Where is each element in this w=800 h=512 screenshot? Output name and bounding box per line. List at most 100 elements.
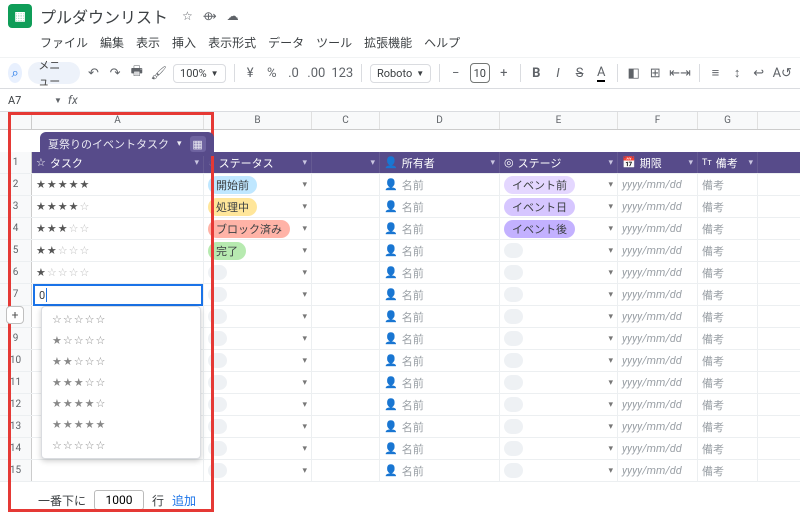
blank-cell[interactable]	[312, 284, 380, 305]
stage-cell[interactable]: イベント前▾	[500, 174, 618, 195]
row-number[interactable]: 12	[0, 394, 32, 415]
borders-icon[interactable]: ⊞	[647, 62, 663, 84]
owner-cell[interactable]: 👤名前	[380, 438, 500, 459]
stage-cell[interactable]: イベント後▾	[500, 218, 618, 239]
owner-cell[interactable]: 👤名前	[380, 328, 500, 349]
stage-cell[interactable]: ▾	[500, 262, 618, 283]
task-cell[interactable]: ★★★★☆	[32, 196, 204, 217]
blank-cell[interactable]	[312, 174, 380, 195]
note-cell[interactable]: 備考	[698, 328, 758, 349]
due-cell[interactable]: yyyy/mm/dd	[618, 284, 698, 305]
bold-icon[interactable]: B	[528, 62, 544, 84]
row-number[interactable]: 6	[0, 262, 32, 283]
owner-cell[interactable]: 👤名前	[380, 306, 500, 327]
menu-item[interactable]: データ	[268, 34, 304, 51]
stage-cell[interactable]: ▾	[500, 460, 618, 481]
row-number[interactable]: 14	[0, 438, 32, 459]
menu-item[interactable]: 表示形式	[208, 34, 256, 51]
note-cell[interactable]: 備考	[698, 460, 758, 481]
note-cell[interactable]: 備考	[698, 306, 758, 327]
owner-cell[interactable]: 👤名前	[380, 372, 500, 393]
table-grid-icon[interactable]: ▦	[190, 136, 206, 152]
col-owner[interactable]: 👤 所有者▾	[380, 152, 500, 173]
row-number[interactable]: 10	[0, 350, 32, 371]
table-chip[interactable]: 夏祭りのイベントタスク ▾ ▦	[40, 132, 214, 156]
note-cell[interactable]: 備考	[698, 262, 758, 283]
star-icon[interactable]: ☆	[182, 9, 193, 23]
owner-cell[interactable]: 👤名前	[380, 350, 500, 371]
status-cell[interactable]: ▾	[204, 460, 312, 481]
owner-cell[interactable]: 👤名前	[380, 460, 500, 481]
menu-item[interactable]: 挿入	[172, 34, 196, 51]
blank-cell[interactable]	[312, 328, 380, 349]
col-header[interactable]: G	[698, 112, 758, 129]
status-cell[interactable]: ▾	[204, 350, 312, 371]
italic-icon[interactable]: I	[550, 62, 566, 84]
col-header[interactable]: C	[312, 112, 380, 129]
col-stage[interactable]: ◎ ステージ▾	[500, 152, 618, 173]
merge-icon[interactable]: ⇤⇥	[669, 62, 691, 84]
row-number[interactable]: 9	[0, 328, 32, 349]
print-icon[interactable]: 🖶	[129, 62, 145, 84]
font-select[interactable]: Roboto▼	[370, 64, 431, 83]
move-icon[interactable]: ⟴	[203, 9, 217, 23]
note-cell[interactable]: 備考	[698, 240, 758, 261]
task-cell[interactable]: ★★☆☆☆	[32, 240, 204, 261]
blank-cell[interactable]	[312, 240, 380, 261]
redo-icon[interactable]: ↷	[107, 62, 123, 84]
dropdown-option[interactable]: ★★☆☆☆	[42, 351, 200, 372]
font-inc-icon[interactable]: +	[496, 62, 512, 84]
dropdown-option[interactable]: ★★★★☆	[42, 393, 200, 414]
owner-cell[interactable]: 👤名前	[380, 240, 500, 261]
col-header[interactable]: E	[500, 112, 618, 129]
font-dec-icon[interactable]: −	[448, 62, 464, 84]
status-cell[interactable]: ▾	[204, 262, 312, 283]
due-cell[interactable]: yyyy/mm/dd	[618, 372, 698, 393]
stage-cell[interactable]: ▾	[500, 372, 618, 393]
due-cell[interactable]: yyyy/mm/dd	[618, 460, 698, 481]
owner-cell[interactable]: 👤名前	[380, 218, 500, 239]
valign-icon[interactable]: ↕	[729, 62, 745, 84]
col-due[interactable]: 📅 期限▾	[618, 152, 698, 173]
blank-cell[interactable]	[312, 350, 380, 371]
col-blank[interactable]: ▾	[312, 152, 380, 173]
status-cell[interactable]: ▾	[204, 372, 312, 393]
owner-cell[interactable]: 👤名前	[380, 196, 500, 217]
due-cell[interactable]: yyyy/mm/dd	[618, 306, 698, 327]
text-color-icon[interactable]: A	[593, 62, 609, 84]
doc-title[interactable]: プルダウンリスト	[40, 4, 168, 28]
status-cell[interactable]: ▾	[204, 306, 312, 327]
row-number[interactable]: 15	[0, 460, 32, 481]
due-cell[interactable]: yyyy/mm/dd	[618, 394, 698, 415]
stage-cell[interactable]: ▾	[500, 328, 618, 349]
due-cell[interactable]: yyyy/mm/dd	[618, 240, 698, 261]
note-cell[interactable]: 備考	[698, 372, 758, 393]
task-cell[interactable]: ★★★☆☆	[32, 218, 204, 239]
status-cell[interactable]: ▾	[204, 416, 312, 437]
blank-cell[interactable]	[312, 394, 380, 415]
row-number[interactable]: 2	[0, 174, 32, 195]
col-note[interactable]: Tт 備考▾	[698, 152, 758, 173]
blank-cell[interactable]	[312, 372, 380, 393]
halign-icon[interactable]: ≡	[708, 62, 724, 84]
menu-item[interactable]: 拡張機能	[364, 34, 412, 51]
blank-cell[interactable]	[312, 460, 380, 481]
due-cell[interactable]: yyyy/mm/dd	[618, 328, 698, 349]
select-all-corner[interactable]	[0, 112, 32, 129]
status-cell[interactable]: ▾	[204, 328, 312, 349]
status-cell[interactable]: 処理中▾	[204, 196, 312, 217]
note-cell[interactable]: 備考	[698, 174, 758, 195]
paint-format-icon[interactable]: 🖌	[151, 62, 168, 84]
row-number[interactable]: 3	[0, 196, 32, 217]
owner-cell[interactable]: 👤名前	[380, 174, 500, 195]
status-cell[interactable]: ▾	[204, 284, 312, 305]
status-cell[interactable]: ブロック済み▾	[204, 218, 312, 239]
search-icon[interactable]: ⌕	[8, 63, 22, 83]
stage-cell[interactable]: ▾	[500, 394, 618, 415]
menu-button[interactable]: メニュー	[28, 62, 79, 84]
fill-color-icon[interactable]: ◧	[626, 62, 642, 84]
blank-cell[interactable]	[312, 218, 380, 239]
due-cell[interactable]: yyyy/mm/dd	[618, 416, 698, 437]
row-number[interactable]: 7	[0, 284, 32, 305]
due-cell[interactable]: yyyy/mm/dd	[618, 218, 698, 239]
